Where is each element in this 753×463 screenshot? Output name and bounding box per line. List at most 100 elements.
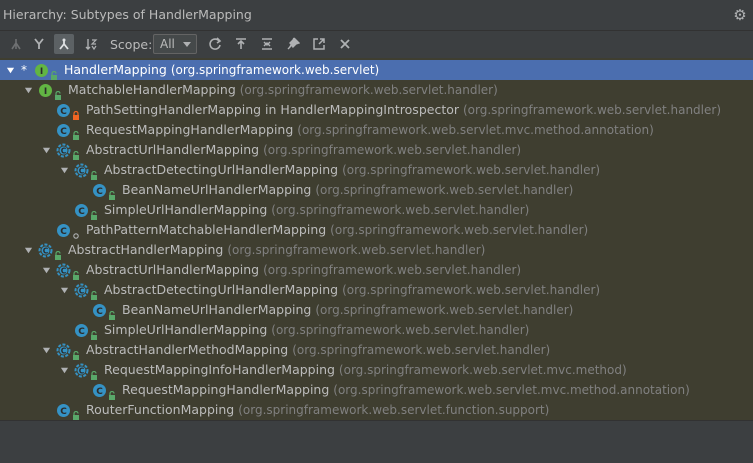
- type-name: AbstractUrlHandlerMapping (org.springfra…: [86, 260, 521, 280]
- supertypes-icon[interactable]: [6, 34, 26, 54]
- type-name: AbstractDetectingUrlHandlerMapping (org.…: [104, 160, 600, 180]
- public-visibility-icon: [90, 206, 98, 220]
- svg-text:C: C: [78, 207, 85, 217]
- svg-text:C: C: [60, 227, 67, 237]
- expand-arrow-icon[interactable]: [58, 360, 70, 380]
- class-icon: C: [92, 383, 107, 398]
- package-name: (org.springframework.web.servlet.handler…: [263, 263, 522, 277]
- hierarchy-tree[interactable]: * I HandlerMapping (org.springframework.we…: [0, 58, 753, 420]
- class-name: AbstractHandlerMapping: [68, 242, 228, 257]
- class-name: MatchableHandlerMapping: [68, 82, 240, 97]
- tree-row[interactable]: I MatchableHandlerMapping (org.springfram…: [0, 80, 753, 100]
- type-name: RequestMappingHandlerMapping (org.spring…: [122, 380, 690, 400]
- svg-text:C: C: [96, 307, 103, 317]
- expand-arrow-icon[interactable]: [22, 240, 34, 260]
- public-visibility-icon: [72, 146, 80, 160]
- type-name: RouterFunctionMapping (org.springframewo…: [86, 400, 549, 420]
- tree-row[interactable]: C RequestMappingHandlerMapping (org.sprin…: [0, 380, 753, 400]
- package-name: (org.springframework.web.servlet.handler…: [315, 183, 574, 197]
- refresh-icon[interactable]: [205, 34, 225, 54]
- class-icon: C: [74, 203, 89, 218]
- public-visibility-icon: [50, 66, 58, 80]
- expand-arrow-icon[interactable]: [40, 340, 52, 360]
- class-name: AbstractHandlerMethodMapping: [86, 342, 293, 357]
- tree-row[interactable]: C AbstractDetectingUrlHandlerMapping (org…: [0, 280, 753, 300]
- expand-arrow-icon[interactable]: [58, 280, 70, 300]
- class-name: AbstractDetectingUrlHandlerMapping: [104, 162, 343, 177]
- class-name: PathSettingHandlerMapping in HandlerMapp…: [86, 102, 463, 117]
- toolbar: Scope: All: [0, 31, 753, 57]
- tree-row[interactable]: C AbstractUrlHandlerMapping (org.springfr…: [0, 260, 753, 280]
- abstract-class-icon: C: [56, 343, 71, 358]
- type-name: PathPatternMatchableHandlerMapping (org.…: [86, 220, 588, 240]
- class-icon: C: [56, 403, 71, 418]
- package-name: (org.springframework.web.servlet): [170, 63, 380, 77]
- type-name: RequestMappingInfoHandlerMapping (org.sp…: [104, 360, 627, 380]
- close-icon[interactable]: [335, 34, 355, 54]
- tree-row[interactable]: C BeanNameUrlHandlerMapping (org.springfr…: [0, 180, 753, 200]
- tree-row[interactable]: C SimpleUrlHandlerMapping (org.springfram…: [0, 320, 753, 340]
- tree-row[interactable]: C AbstractHandlerMethodMapping (org.sprin…: [0, 340, 753, 360]
- public-visibility-icon: [54, 86, 62, 100]
- abstract-class-icon: C: [74, 363, 89, 378]
- public-visibility-icon: [108, 386, 116, 400]
- type-name: BeanNameUrlHandlerMapping (org.springfra…: [122, 180, 573, 200]
- window-title: Hierarchy: Subtypes of HandlerMapping: [3, 7, 252, 22]
- scope-select[interactable]: All: [153, 34, 197, 54]
- class-icon: C: [92, 183, 107, 198]
- expand-arrow-icon[interactable]: [58, 160, 70, 180]
- type-name: AbstractHandlerMapping (org.springframew…: [68, 240, 485, 260]
- package-name: (org.springframework.web.servlet.handler…: [271, 323, 530, 337]
- expand-arrow-icon[interactable]: [40, 260, 52, 280]
- collapse-all-icon[interactable]: [257, 34, 277, 54]
- export-icon[interactable]: [231, 34, 251, 54]
- class-hierarchy-icon[interactable]: [54, 34, 74, 54]
- tree-row[interactable]: C SimpleUrlHandlerMapping (org.springfram…: [0, 200, 753, 220]
- package-name: (org.springframework.web.servlet.mvc.met…: [297, 123, 654, 137]
- open-in-window-icon[interactable]: [309, 34, 329, 54]
- tree-row[interactable]: C RouterFunctionMapping (org.springframew…: [0, 400, 753, 420]
- class-name: RouterFunctionMapping: [86, 402, 239, 417]
- package-name: (org.springframework.web.servlet.handler…: [263, 143, 522, 157]
- public-visibility-icon: [72, 406, 80, 420]
- interface-icon: I: [38, 83, 53, 98]
- svg-text:C: C: [78, 327, 85, 337]
- package-name: (org.springframework.web.servlet.handler…: [239, 83, 498, 97]
- class-name: PathPatternMatchableHandlerMapping: [86, 222, 331, 237]
- type-name: AbstractUrlHandlerMapping (org.springfra…: [86, 140, 521, 160]
- tree-row[interactable]: C BeanNameUrlHandlerMapping (org.springfr…: [0, 300, 753, 320]
- expand-arrow-icon[interactable]: [4, 60, 16, 80]
- gear-icon[interactable]: ⚙: [731, 6, 749, 24]
- package-name: (org.springframework.web.servlet.handler…: [271, 203, 530, 217]
- tree-row[interactable]: C PathSettingHandlerMapping in HandlerMap…: [0, 100, 753, 120]
- svg-text:I: I: [44, 87, 47, 97]
- tree-row[interactable]: C RequestMappingHandlerMapping (org.sprin…: [0, 120, 753, 140]
- pin-icon[interactable]: [283, 34, 303, 54]
- package-name: (org.springframework.web.servlet.handler…: [292, 343, 551, 357]
- svg-text:C: C: [60, 127, 67, 137]
- tree-row[interactable]: * I HandlerMapping (org.springframework.we…: [0, 60, 753, 80]
- svg-text:C: C: [79, 167, 85, 176]
- sort-alpha-icon[interactable]: [81, 34, 101, 54]
- tree-row[interactable]: C AbstractHandlerMapping (org.springframe…: [0, 240, 753, 260]
- svg-text:C: C: [79, 367, 85, 376]
- abstract-class-icon: C: [56, 263, 71, 278]
- package-name: (org.springframework.web.servlet.handler…: [227, 243, 486, 257]
- class-icon: C: [56, 123, 71, 138]
- public-visibility-icon: [90, 366, 98, 380]
- tree-row[interactable]: C AbstractDetectingUrlHandlerMapping (org…: [0, 160, 753, 180]
- type-name: SimpleUrlHandlerMapping (org.springframe…: [104, 320, 529, 340]
- class-name: AbstractUrlHandlerMapping: [86, 262, 264, 277]
- tree-row[interactable]: C PathPatternMatchableHandlerMapping (org…: [0, 220, 753, 240]
- public-visibility-icon: [72, 346, 80, 360]
- svg-text:C: C: [61, 267, 67, 276]
- expand-arrow-icon[interactable]: [40, 140, 52, 160]
- type-name: MatchableHandlerMapping (org.springframe…: [68, 80, 498, 100]
- subtypes-icon[interactable]: [29, 34, 49, 54]
- tree-row[interactable]: C AbstractUrlHandlerMapping (org.springfr…: [0, 140, 753, 160]
- class-name: AbstractUrlHandlerMapping: [86, 142, 264, 157]
- svg-text:C: C: [61, 147, 67, 156]
- expand-arrow-icon[interactable]: [22, 80, 34, 100]
- interface-icon: I: [34, 63, 49, 78]
- tree-row[interactable]: C RequestMappingInfoHandlerMapping (org.s…: [0, 360, 753, 380]
